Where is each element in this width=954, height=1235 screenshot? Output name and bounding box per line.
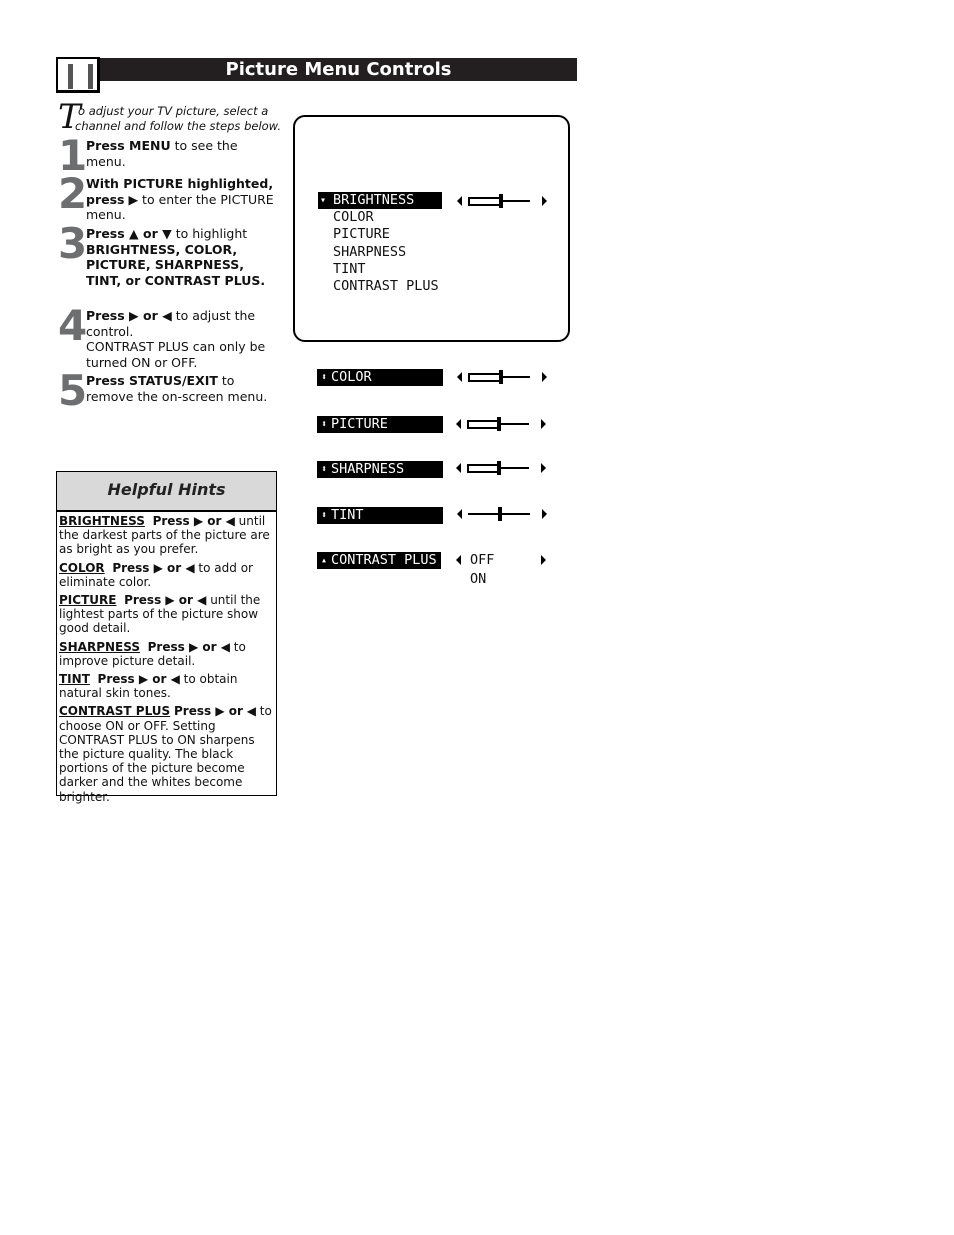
right-arrow-icon xyxy=(542,372,547,382)
slider-thumb xyxy=(497,461,502,475)
picture-slider xyxy=(456,416,546,432)
step-instruction-bold: Press STATUS/EXIT xyxy=(86,373,218,388)
up-down-arrow-icon: ⬍ xyxy=(320,419,328,430)
intro-line-2: channel and follow the steps below. xyxy=(75,119,282,133)
right-arrow-icon xyxy=(541,463,546,473)
osd-menu-item-brightness: ▾ BRIGHTNESS xyxy=(318,192,442,210)
contrast-plus-value-on: ON xyxy=(470,571,487,587)
step-instruction-text: to highlight xyxy=(171,226,248,241)
page-number xyxy=(56,57,100,93)
step-number: 5 xyxy=(58,366,88,415)
color-slider xyxy=(457,369,547,385)
slider-thumb xyxy=(498,370,503,384)
hint-contrast-plus: CONTRAST PLUS Press ▶ or ◀ to choose ON … xyxy=(59,704,272,804)
tint-slider xyxy=(457,506,547,522)
slider-fill xyxy=(467,420,500,429)
page-number-digit xyxy=(68,64,73,89)
slider-fill xyxy=(468,197,501,206)
intro-line-1: o adjust your TV picture, select a xyxy=(78,104,269,118)
right-arrow-icon xyxy=(542,196,547,206)
slider-thumb xyxy=(497,417,502,431)
helpful-hints-box: Helpful Hints BRIGHTNESS Press ▶ or ◀ un… xyxy=(56,471,277,804)
slider-fill xyxy=(467,464,500,473)
left-arrow-icon xyxy=(456,419,461,429)
osd-menu-item-contrast-plus: CONTRAST PLUS xyxy=(333,277,439,294)
osd-menu-item-sharpness: SHARPNESS xyxy=(333,243,407,260)
step-instruction-bold: Press ▲ or ▼ xyxy=(86,226,172,241)
contrast-plus-value-off: OFF xyxy=(470,552,495,568)
left-arrow-icon xyxy=(456,463,461,473)
up-down-arrow-icon: ⬍ xyxy=(320,510,328,521)
osd-menu-item-tint: TINT xyxy=(333,260,366,277)
step-number: 2 xyxy=(58,169,88,218)
hint-picture: PICTURE Press ▶ or ◀ until the lightest … xyxy=(59,593,261,636)
osd-menu-item-color: COLOR xyxy=(333,209,374,226)
right-arrow-icon xyxy=(541,555,546,565)
hint-brightness: BRIGHTNESS Press ▶ or ◀ until the darkes… xyxy=(59,514,270,557)
hint-sharpness: SHARPNESS Press ▶ or ◀ to improve pictur… xyxy=(59,639,246,668)
brightness-slider xyxy=(457,193,547,209)
left-arrow-icon xyxy=(457,509,462,519)
hint-color: COLOR Press ▶ or ◀ to add or eliminate c… xyxy=(59,560,253,589)
sharpness-slider xyxy=(456,460,546,476)
slider-thumb xyxy=(498,194,503,208)
osd-menu-item-picture: PICTURE xyxy=(333,226,390,243)
right-arrow-icon xyxy=(541,419,546,429)
left-arrow-icon xyxy=(457,196,462,206)
left-arrow-icon xyxy=(457,372,462,382)
slider-fill xyxy=(468,373,501,382)
page-title: Picture Menu Controls xyxy=(100,58,577,81)
page-number-digit xyxy=(88,64,93,89)
right-arrow-icon xyxy=(542,509,547,519)
up-down-arrow-icon: ⬍ xyxy=(320,464,328,475)
down-arrow-icon: ▾ xyxy=(320,195,327,206)
step-number: 3 xyxy=(58,219,88,268)
contrast-plus-values: OFF ON xyxy=(470,551,494,589)
slider-thumb xyxy=(498,507,503,521)
step-number: 4 xyxy=(58,301,88,350)
step-instruction-bold: Press MENU xyxy=(86,138,171,153)
left-arrow-icon xyxy=(456,555,461,565)
osd-picture-menu: ▾ BRIGHTNESS COLOR PICTURE SHARPNESS TIN… xyxy=(318,192,442,295)
up-down-arrow-icon: ⬍ xyxy=(320,372,328,383)
helpful-hints-title: Helpful Hints xyxy=(57,472,276,512)
up-arrow-icon: ▴ xyxy=(320,555,328,566)
step-instruction-bold: Press ▶ or ◀ xyxy=(86,308,172,323)
hint-tint: TINT Press ▶ or ◀ to obtain natural skin… xyxy=(59,672,238,701)
step-note: CONTRAST PLUS can only be turned ON or O… xyxy=(86,339,266,370)
step-instruction-bold: BRIGHTNESS, COLOR, PICTURE, SHARPNESS, T… xyxy=(86,241,266,288)
